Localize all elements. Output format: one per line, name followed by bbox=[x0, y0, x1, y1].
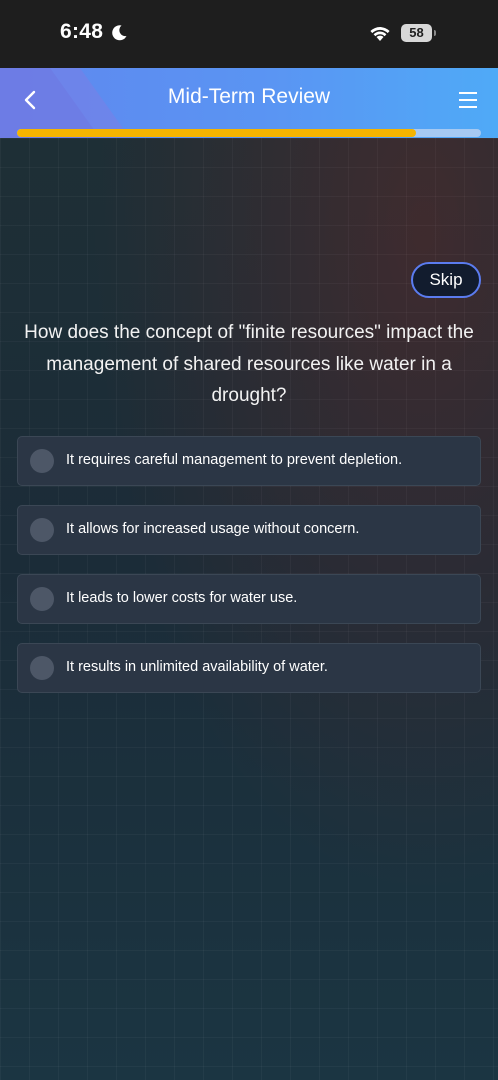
radio-button[interactable] bbox=[30, 587, 54, 611]
question-text: How does the concept of "finite resource… bbox=[24, 322, 474, 406]
quiz-progress-fill bbox=[17, 129, 417, 137]
skip-button[interactable]: Skip bbox=[411, 262, 481, 298]
answer-options: It requires careful management to preven… bbox=[17, 436, 481, 712]
radio-button[interactable] bbox=[30, 449, 54, 473]
chevron-left-icon bbox=[24, 90, 36, 110]
answer-option[interactable]: It requires careful management to preven… bbox=[17, 436, 481, 486]
battery-nub bbox=[434, 30, 436, 36]
radio-button[interactable] bbox=[30, 518, 54, 542]
answer-option-label: It requires careful management to preven… bbox=[66, 452, 403, 468]
page-title: Mid-Term Review bbox=[167, 85, 331, 108]
wifi-icon bbox=[370, 27, 390, 41]
menu-button[interactable] bbox=[455, 86, 481, 114]
answer-option-label: It results in unlimited availability of … bbox=[66, 659, 328, 675]
radio-button[interactable] bbox=[30, 656, 54, 680]
moon-icon bbox=[112, 25, 127, 41]
hamburger-menu-icon bbox=[459, 92, 477, 108]
quiz-progress-bar bbox=[17, 129, 481, 137]
answer-option[interactable]: It results in unlimited availability of … bbox=[17, 643, 481, 693]
header-bar: Mid-Term Review bbox=[0, 68, 498, 138]
status-time: 6:48 bbox=[60, 20, 104, 43]
answer-option[interactable]: It allows for increased usage without co… bbox=[17, 505, 481, 555]
answer-option-label: It allows for increased usage without co… bbox=[66, 521, 360, 537]
quiz-content: Skip How does the concept of "finite res… bbox=[0, 138, 498, 1080]
back-button[interactable] bbox=[14, 84, 46, 116]
status-bar: 6:48 58 bbox=[0, 0, 498, 68]
battery-icon: 58 bbox=[401, 24, 432, 42]
answer-option[interactable]: It leads to lower costs for water use. bbox=[17, 574, 481, 624]
answer-option-label: It leads to lower costs for water use. bbox=[66, 590, 298, 606]
